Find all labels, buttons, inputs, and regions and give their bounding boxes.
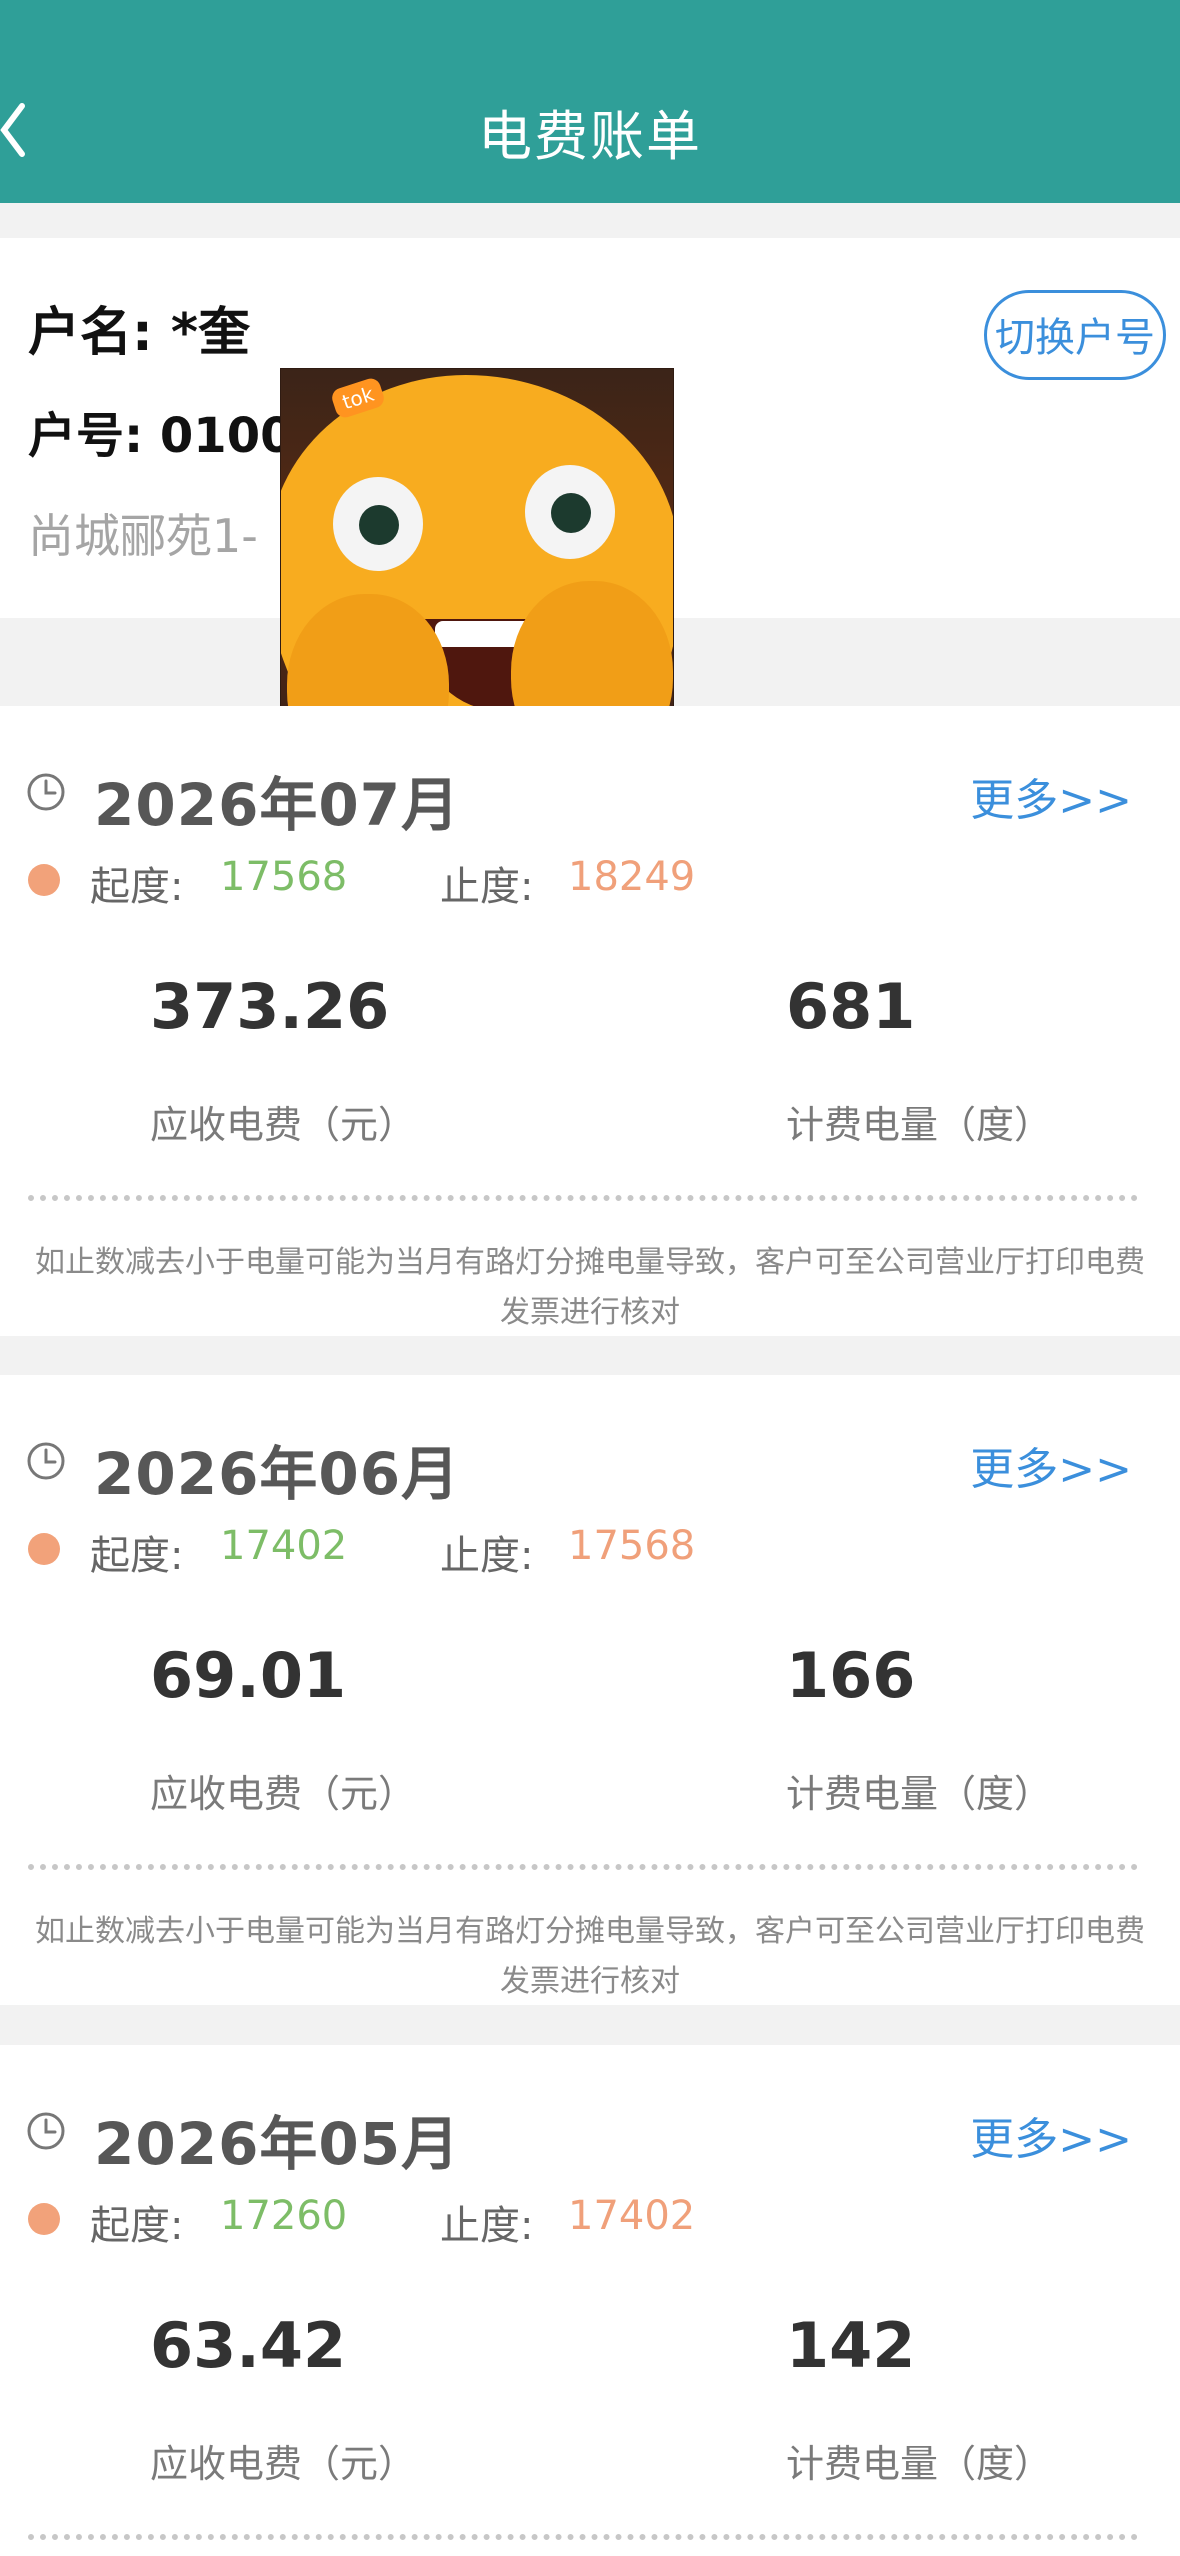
more-link[interactable]: 更多>> (970, 2103, 1132, 2167)
end-reading-value: 17402 (568, 2193, 696, 2239)
bill-card-2026-06: 2026年06月 更多>> 起度: 17402 止度: 17568 69.01 … (0, 1375, 1180, 2005)
billable-kwh: 681 (786, 970, 916, 1043)
reading-dot-icon (28, 864, 60, 896)
end-reading-label: 止度: (440, 2203, 534, 2249)
bill-card-2026-05: 2026年05月 更多>> 起度: 17260 止度: 17402 63.42 … (0, 2045, 1180, 2556)
account-number: 户号: 0100 (28, 408, 294, 464)
dotted-divider (28, 2534, 1138, 2540)
reading-dot-icon (28, 2203, 60, 2235)
fee-amount: 69.01 (150, 1639, 347, 1712)
right-eye (525, 465, 615, 559)
kwh-label: 计费电量（度） (786, 2442, 1053, 2486)
clock-icon (27, 2112, 65, 2150)
account-name: 户名: *奎 (28, 303, 251, 363)
start-reading-value: 17402 (220, 1523, 348, 1569)
fee-amount: 63.42 (150, 2309, 347, 2382)
end-reading-label: 止度: (440, 864, 534, 910)
billable-kwh: 142 (786, 2309, 916, 2382)
start-reading-value: 17260 (220, 2193, 348, 2239)
start-reading-label: 起度: (90, 864, 184, 910)
end-reading-value: 18249 (568, 854, 696, 900)
more-link[interactable]: 更多>> (970, 1433, 1132, 1497)
clock-icon (27, 773, 65, 811)
start-reading-value: 17568 (220, 854, 348, 900)
clock-icon (27, 1442, 65, 1480)
left-eye (333, 477, 423, 571)
billing-notice: 如止数减去小于电量可能为当月有路灯分摊电量导致，客户可至公司营业厅打印电费发票进… (35, 1914, 1145, 1999)
reading-dot-icon (28, 1533, 60, 1565)
bill-month: 2026年07月 (94, 771, 461, 839)
billing-notice: 如止数减去小于电量可能为当月有路灯分摊电量导致，客户可至公司营业厅打印电费发票进… (35, 1245, 1145, 1330)
kwh-label: 计费电量（度） (786, 1772, 1053, 1816)
face-sticker-image: tok (280, 368, 674, 762)
end-reading-label: 止度: (440, 1533, 534, 1579)
fee-label: 应收电费（元） (150, 2442, 417, 2486)
fee-amount: 373.26 (150, 970, 390, 1043)
kwh-label: 计费电量（度） (786, 1103, 1053, 1147)
page-title: 电费账单 (478, 105, 702, 168)
start-reading-label: 起度: (90, 1533, 184, 1579)
fee-label: 应收电费（元） (150, 1103, 417, 1147)
dotted-divider (28, 1864, 1138, 1870)
dotted-divider (28, 1195, 1138, 1201)
fee-label: 应收电费（元） (150, 1772, 417, 1816)
more-link[interactable]: 更多>> (970, 764, 1132, 828)
bill-month: 2026年05月 (94, 2110, 461, 2178)
switch-account-button[interactable]: 切换户号 (984, 290, 1166, 380)
billable-kwh: 166 (786, 1639, 916, 1712)
end-reading-value: 17568 (568, 1523, 696, 1569)
bill-month: 2026年06月 (94, 1440, 461, 1508)
bill-card-2026-07: 2026年07月 更多>> 起度: 17568 止度: 18249 373.26… (0, 706, 1180, 1336)
start-reading-label: 起度: (90, 2203, 184, 2249)
app-header: 电费账单 (0, 0, 1180, 203)
account-address: 尚城郦苑1- (28, 509, 258, 563)
